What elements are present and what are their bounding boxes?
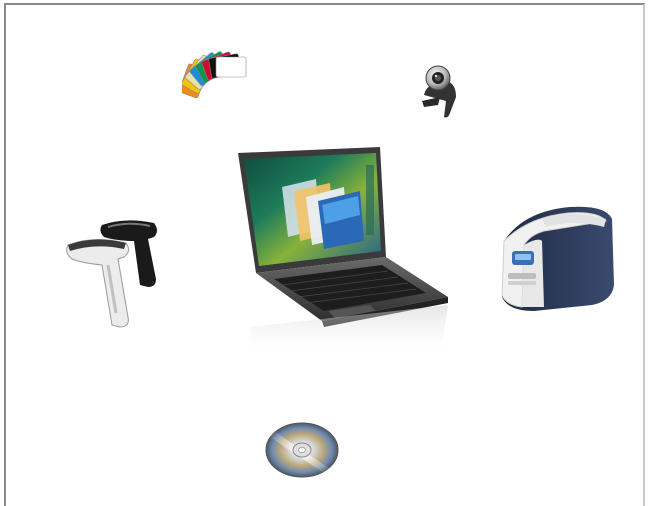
software-cd-image bbox=[264, 421, 340, 479]
card-printer-icon bbox=[501, 206, 614, 311]
laptop-image bbox=[230, 145, 452, 361]
diagram-frame bbox=[4, 3, 645, 506]
cd-disc-icon bbox=[265, 422, 339, 478]
color-cards-image bbox=[182, 49, 262, 109]
color-card bbox=[215, 56, 247, 78]
color-card-fan-icon bbox=[182, 51, 247, 99]
barcode-scanners-image bbox=[64, 217, 168, 333]
webcam-icon bbox=[422, 65, 456, 118]
card-printer-image bbox=[494, 201, 618, 319]
laptop-icon bbox=[238, 147, 448, 359]
barcode-scanner-icon bbox=[66, 220, 157, 328]
webcam-image bbox=[416, 61, 466, 123]
